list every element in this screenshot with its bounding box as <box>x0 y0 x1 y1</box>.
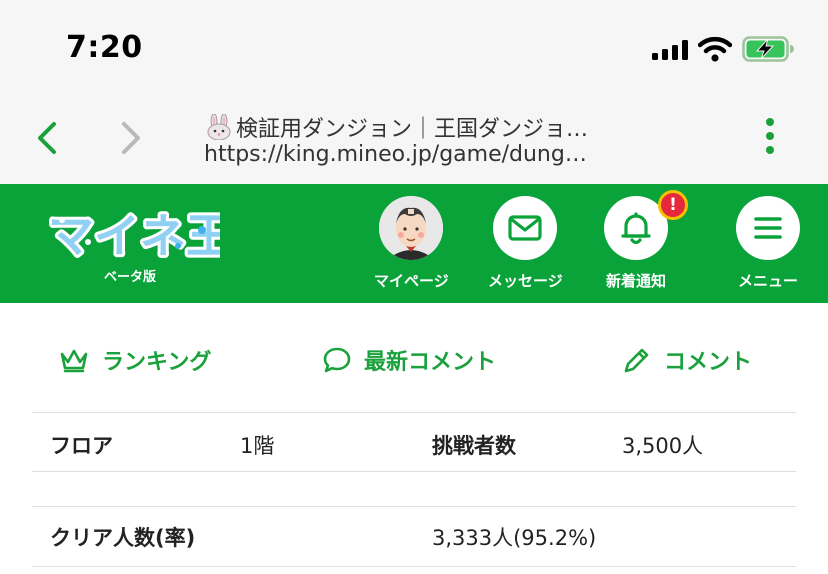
url-text[interactable]: https://king.mineo.jp/game/dung… <box>204 142 724 167</box>
battery-charging-icon <box>742 36 794 62</box>
nav-menu-label: メニュー <box>737 272 798 290</box>
nav-notifications-label: 新着通知 <box>605 272 666 290</box>
floor-label: フロア <box>50 434 113 458</box>
nav-messages-label: メッセージ <box>488 272 563 290</box>
browser-chrome: 7:20 検証用ダンジョン｜王国ダンジョ… https://king.mineo… <box>0 0 828 184</box>
clear-count-value: 3,333人(95.2%) <box>432 526 597 550</box>
beta-label: ベータ版 <box>104 270 157 285</box>
tab-comment-label: コメント <box>664 350 753 375</box>
challengers-value: 3,500人 <box>622 434 704 458</box>
floor-value: 1階 <box>240 434 275 458</box>
avatar <box>379 196 444 260</box>
pencil-icon <box>624 348 649 373</box>
nav-mypage-label: マイページ <box>374 272 449 290</box>
divider <box>32 506 796 507</box>
cellular-signal-icon <box>652 40 690 60</box>
tab-latest-comments-label: 最新コメント <box>364 350 497 375</box>
tab-comment[interactable]: コメント <box>622 338 752 382</box>
back-icon[interactable] <box>34 120 64 156</box>
divider <box>32 471 796 472</box>
speech-bubble-icon <box>323 347 351 373</box>
mineo-king-logo[interactable]: マイネ王 <box>48 202 220 262</box>
wifi-icon <box>698 36 732 62</box>
nav-messages-circle <box>493 196 558 260</box>
more-options-icon[interactable] <box>760 118 780 160</box>
status-time: 7:20 <box>66 30 143 65</box>
tab-ranking[interactable]: ランキング <box>58 338 211 382</box>
divider <box>32 412 796 413</box>
logo-text: マイネ王 <box>48 209 220 262</box>
hamburger-menu-icon <box>754 217 782 239</box>
divider <box>32 566 796 567</box>
rabbit-icon <box>207 114 231 140</box>
tab-latest-comments[interactable]: 最新コメント <box>322 338 496 382</box>
tab-ranking-label: ランキング <box>102 350 212 375</box>
nav-messages[interactable]: メッセージ <box>488 196 563 291</box>
nav-menu-circle <box>736 196 800 260</box>
clear-count-label: クリア人数(率) <box>50 526 196 550</box>
notification-badge: ! <box>658 190 688 220</box>
page-title: 検証用ダンジョン｜王国ダンジョ… <box>204 111 724 143</box>
challengers-label: 挑戦者数 <box>432 434 516 458</box>
forward-icon[interactable] <box>114 120 144 156</box>
nav-mypage[interactable]: マイページ <box>374 196 449 291</box>
nav-menu[interactable]: メニュー <box>736 196 800 291</box>
site-header: マイネ王 ベータ版 マイページ メッセージ 新着通知 メニュー <box>0 184 828 303</box>
envelope-icon <box>508 215 542 241</box>
page-title-text: 検証用ダンジョン｜王国ダンジョ… <box>236 117 589 142</box>
crown-icon <box>60 349 88 373</box>
